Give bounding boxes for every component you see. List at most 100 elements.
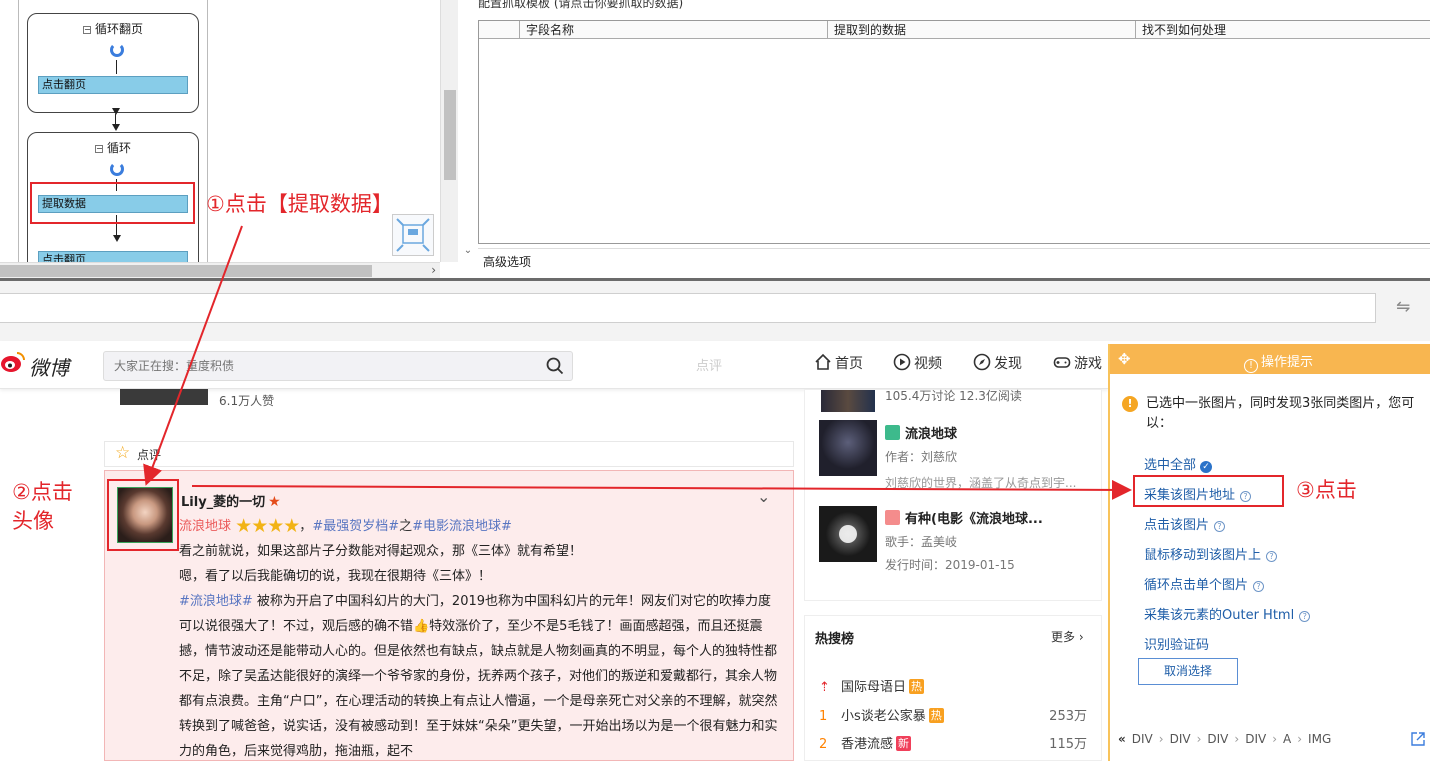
chevron-right-icon[interactable]: › [431,263,436,277]
loop-page-box[interactable]: − 循环翻页 点击翻页 [27,13,199,113]
search-icon[interactable] [546,357,564,375]
select-all-link[interactable]: 选中全部 ✓ [1144,454,1213,473]
flow-vertical-scrollbar[interactable] [440,0,458,262]
path-prev-icon[interactable]: « [1118,732,1126,746]
nav-video[interactable]: 视频 [893,353,942,373]
ops-description: 已选中一张图片，同时发现3张同类图片，您可以： [1146,396,1415,431]
comment-card: Lily_菱的一切 ★ ⌄ 流浪地球 ★★★★，#最强贺岁档#之#电影流浪地球# … [104,470,794,761]
path-node[interactable]: A [1283,732,1291,746]
book-title[interactable]: 流浪地球 [885,423,957,442]
weibo-search[interactable] [103,351,573,381]
arrow-down-icon [113,235,121,242]
help-icon[interactable]: ? [1299,611,1311,622]
help-icon[interactable]: ? [1266,551,1278,562]
path-node[interactable]: DIV [1132,732,1153,746]
hashtag-link[interactable]: #流浪地球# [179,594,253,609]
cancel-selection-button[interactable]: 取消选择 [1138,658,1238,685]
address-bar[interactable] [0,293,1376,323]
help-icon[interactable]: ? [1214,521,1226,532]
post-thumbnail[interactable] [120,389,208,405]
column-field-name[interactable]: 字段名称 [519,21,827,39]
song-cover[interactable] [819,506,877,562]
click-next-step[interactable]: 点击翻页 [38,76,188,94]
play-icon[interactable] [839,525,857,543]
collapse-icon[interactable]: − [82,26,91,34]
hashtag-link[interactable]: #最强贺岁档# [312,519,399,534]
scrollbar-thumb[interactable] [0,265,372,277]
comment-section-header: ☆ 点评 [104,441,794,467]
click-image-link[interactable]: 点击该图片? [1144,514,1226,533]
recognize-captcha-link[interactable]: 识别验证码 [1144,634,1209,653]
song-date: 发行时间：2019-01-15 [885,558,1015,572]
advanced-options[interactable]: 高级选项 [478,248,1430,272]
comment-tags-line: 流浪地球 ★★★★，#最强贺岁档#之#电影流浪地球# [179,515,512,537]
chevron-down-icon[interactable]: ⌄ [460,245,476,265]
extract-data-highlight [30,182,195,224]
nav-home[interactable]: 首页 [814,353,863,373]
comment-paragraph: #流浪地球# 被称为开启了中国科幻片的大门，2019也称为中国科幻片的元年！网友… [179,594,778,759]
help-icon[interactable]: ? [1253,581,1265,592]
loop-icon [110,43,124,57]
comment-username[interactable]: Lily_菱的一切 ★ [181,491,281,510]
collapse-icon[interactable]: − [94,145,103,153]
hashtag-link[interactable]: #电影流浪地球# [412,519,512,534]
collect-url-highlight [1133,475,1284,507]
weibo-logo-icon[interactable] [0,349,26,375]
hot-search-list: 热搜榜 更多 › ⇡ 国际母语日热 1 小s谈老公家暴热 253万 2 香港流感新 115… [804,615,1102,761]
topic-thumbnail[interactable] [821,390,875,412]
feed-item-remnant: 6.1万人赞 [120,389,800,423]
movie-tag[interactable]: 流浪地球 [179,519,231,534]
flow-horizontal-scrollbar[interactable]: › [0,262,440,278]
info-icon: ! [1244,359,1258,373]
path-node[interactable]: DIV [1207,732,1228,746]
warning-icon: ! [1122,396,1138,412]
hot-row[interactable]: 2 香港流感新 115万 [819,733,1089,752]
hot-row[interactable]: 1 小s谈老公家暴热 253万 [819,705,1089,724]
annotation-step2-line1: ②点击 [12,480,73,504]
swap-icon[interactable]: ⇋ [1396,297,1410,317]
book-desc: 刘慈欣的世界，涵盖了从奇点到宇... [885,476,1077,490]
related-topics: 105.4万讨论 12.3亿阅读 流浪地球 作者：刘慈欣 刘慈欣的世界，涵盖了从… [804,389,1102,601]
hot-search-title: 热搜榜 [815,632,855,647]
operation-tips-panel: ✥ ! 操作提示 ! 已选中一张图片，同时发现3张同类图片，您可以： 选中全部 ✓ … [1108,344,1430,761]
path-node[interactable]: DIV [1170,732,1191,746]
loop-click-image-link[interactable]: 循环点击单个图片? [1144,574,1265,593]
template-table: 字段名称 提取到的数据 找不到如何处理 [478,20,1430,244]
book-cover[interactable] [819,420,877,476]
ghost-tab-label: 点评 [696,359,723,374]
song-title[interactable]: 有种(电影《流浪地球... [885,508,1043,527]
hot-row[interactable]: ⇡ 国际母语日热 [819,676,1089,695]
avatar-highlight [107,479,179,551]
column-extracted-data[interactable]: 提取到的数据 [827,21,1135,39]
book-author: 作者：刘慈欣 [885,450,958,464]
check-icon: ✓ [1200,461,1213,473]
hot-more-link[interactable]: 更多 › [1051,628,1084,645]
loop-icon [110,162,124,176]
comment-body: 看之前就说，如果这部片子分数能对得起观众，那《三体》就有希望！ 嗯，看了以后我能… [179,539,779,760]
comment-line: 看之前就说，如果这部片子分数能对得起观众，那《三体》就有希望！ [179,544,583,559]
browser-toolbar: ⇋ [0,281,1430,341]
scrollbar-thumb[interactable] [444,90,456,180]
move-icon[interactable]: ✥ [1118,350,1131,368]
column-not-found-action[interactable]: 找不到如何处理 [1135,21,1430,39]
weibo-logo-text[interactable]: 微博 [29,352,69,381]
external-link-icon[interactable] [1410,731,1426,747]
path-node[interactable]: DIV [1245,732,1266,746]
gamepad-icon [1053,357,1071,368]
template-table-header: 字段名称 提取到的数据 找不到如何处理 [479,21,1430,39]
chevron-down-icon[interactable]: ⌄ [757,487,770,506]
comment-line: 嗯，看了以后我能确切的说，我现在很期待《三体》！ [179,569,492,584]
likes-count: 6.1万人赞 [219,394,275,408]
annotation-step1: ①点击【提取数据】 [206,192,393,216]
compass-icon [973,353,991,371]
collect-outer-html-link[interactable]: 采集该元素的Outer Html? [1144,604,1311,623]
fit-view-icon[interactable] [392,214,434,256]
nav-games[interactable]: 游戏 [1053,353,1102,373]
vip-badge-icon: ★ [268,494,281,510]
template-title: 配置抓取模板 (请点击你要抓取的数据) [478,0,684,10]
nav-discover[interactable]: 发现 [973,353,1022,373]
path-node[interactable]: IMG [1308,732,1331,746]
search-input[interactable] [104,352,534,380]
video-icon [893,353,911,371]
hover-image-link[interactable]: 鼠标移动到该图片上? [1144,544,1278,563]
